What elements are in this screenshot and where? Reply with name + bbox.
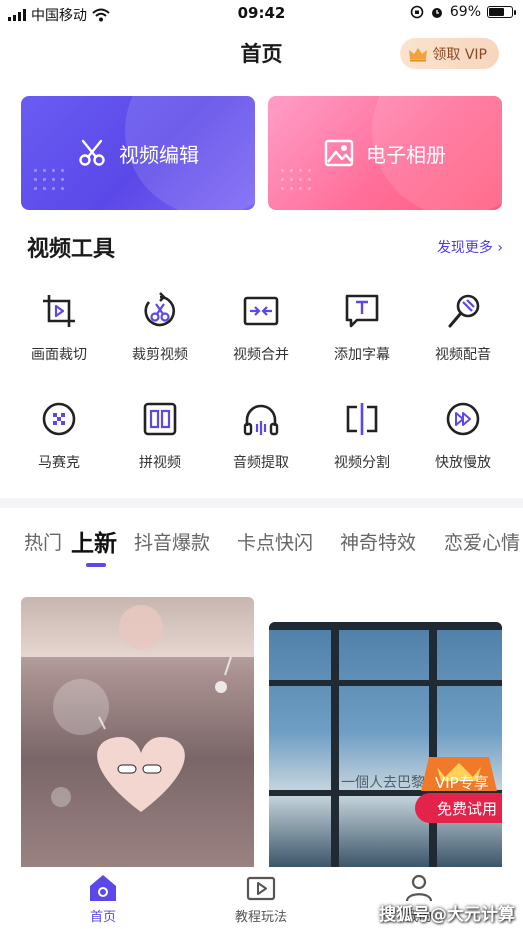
tool-audio-extract[interactable]: 音频提取 xyxy=(216,400,306,472)
tool-mosaic[interactable]: 马赛克 xyxy=(14,400,104,472)
alarm-icon xyxy=(431,8,442,18)
microphone-icon xyxy=(448,294,480,328)
get-vip-button[interactable]: 领取 VIP xyxy=(400,38,499,69)
tab-douyin-hits[interactable]: 抖音爆款 xyxy=(134,528,210,555)
tool-label: 视频合并 xyxy=(233,347,289,363)
tool-split-screen[interactable]: 拼视频 xyxy=(115,400,205,472)
tool-label: 添加字幕 xyxy=(334,347,390,363)
section-divider xyxy=(0,498,523,508)
status-bar: 中国移动 09:42 69% xyxy=(0,0,523,28)
tool-dubbing[interactable]: 视频配音 xyxy=(418,292,508,364)
tool-crop[interactable]: 画面裁切 xyxy=(14,292,104,364)
photo-album-label: 电子相册 xyxy=(366,142,446,167)
tab-beat-flash[interactable]: 卡点快闪 xyxy=(237,528,313,555)
tab-love-mood[interactable]: 恋爱心情 xyxy=(444,528,520,555)
tool-split[interactable]: 视频分割 xyxy=(317,400,407,472)
split-screen-icon xyxy=(143,402,177,436)
tab-hot[interactable]: 热门 xyxy=(24,528,62,555)
active-tab-indicator xyxy=(86,563,106,567)
get-vip-label: 领取 VIP xyxy=(432,46,487,63)
video-edit-card[interactable]: 视频编辑 xyxy=(21,96,255,210)
tool-label: 视频分割 xyxy=(334,455,390,471)
tool-subtitle[interactable]: 添加字幕 xyxy=(317,292,407,364)
category-tabs: 热门 上新 抖音爆款 卡点快闪 神奇特效 恋爱心情 xyxy=(0,522,523,570)
tool-label: 画面裁切 xyxy=(31,347,87,363)
watermark: 搜狐号@大元计算 xyxy=(379,905,515,925)
tool-merge[interactable]: 视频合并 xyxy=(216,292,306,364)
photo-icon xyxy=(324,139,354,167)
template-card-right[interactable]: 一個人去巴黎 VIP专享 免费试用 xyxy=(269,622,502,867)
discover-more-link[interactable]: 发现更多 › xyxy=(437,237,503,257)
nav-home[interactable]: 首页 xyxy=(63,873,143,925)
tool-label: 音频提取 xyxy=(233,455,289,471)
nav-tutorials-label: 教程玩法 xyxy=(234,910,287,925)
cut-video-icon xyxy=(144,292,176,327)
mosaic-icon xyxy=(42,402,76,436)
scissors-icon xyxy=(79,139,105,166)
profile-icon xyxy=(405,874,433,902)
battery-percent: 69% xyxy=(449,4,481,20)
tool-label: 快放慢放 xyxy=(435,455,491,471)
video-tools-title: 视频工具 xyxy=(27,237,116,262)
speed-icon xyxy=(446,402,480,436)
nav-tutorials[interactable]: 教程玩法 xyxy=(221,873,301,925)
tool-label: 马赛克 xyxy=(38,455,80,471)
battery-fill xyxy=(489,8,505,16)
crop-icon xyxy=(43,295,75,327)
template-card-left[interactable] xyxy=(21,597,254,867)
crown-icon xyxy=(409,47,428,61)
nav-home-label: 首页 xyxy=(89,910,116,925)
vip-exclusive-label: VIP专享 xyxy=(435,774,489,792)
tool-cut-video[interactable]: 裁剪视频 xyxy=(115,292,205,364)
orientation-lock-icon xyxy=(410,5,424,19)
tab-magic-effects[interactable]: 神奇特效 xyxy=(340,528,416,555)
video-edit-label: 视频编辑 xyxy=(119,142,199,167)
home-icon xyxy=(90,875,116,901)
free-trial-button[interactable]: 免费试用 xyxy=(415,793,502,823)
tab-new[interactable]: 上新 xyxy=(71,524,117,558)
headphones-icon xyxy=(243,404,279,436)
tool-label: 视频配音 xyxy=(435,347,491,363)
photo-album-card[interactable]: 电子相册 xyxy=(268,96,502,210)
tool-label: 裁剪视频 xyxy=(132,347,188,363)
split-icon xyxy=(346,403,378,435)
tool-label: 拼视频 xyxy=(139,455,181,471)
merge-icon xyxy=(243,296,279,326)
battery-icon xyxy=(487,6,516,18)
subtitle-icon xyxy=(345,294,379,328)
heart-photo-frame xyxy=(51,605,232,812)
tool-speed[interactable]: 快放慢放 xyxy=(418,400,508,472)
status-right: 69% xyxy=(410,4,516,20)
template-overlay-text: 一個人去巴黎 xyxy=(341,775,425,791)
tutorial-play-icon xyxy=(246,876,276,901)
